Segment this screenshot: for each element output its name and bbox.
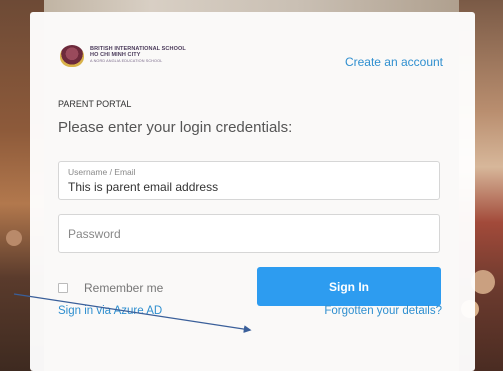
password-placeholder: Password: [68, 227, 121, 241]
checkbox-icon[interactable]: [58, 283, 68, 293]
forgot-details-link[interactable]: Forgotten your details?: [324, 305, 442, 317]
remember-me-label: Remember me: [84, 281, 164, 295]
sign-in-button[interactable]: Sign In: [257, 267, 441, 306]
background-top: [0, 0, 503, 12]
school-crest-icon: [60, 45, 84, 67]
remember-me[interactable]: Remember me: [58, 281, 163, 295]
page-title: Please enter your login credentials:: [58, 119, 293, 136]
school-tagline: A NORD ANGLIA EDUCATION SCHOOL: [90, 59, 163, 63]
login-panel: BRITISH INTERNATIONAL SCHOOL HO CHI MINH…: [30, 12, 475, 371]
username-label: Username / Email: [68, 167, 136, 177]
background-face: [6, 230, 22, 246]
portal-label: PARENT PORTAL: [58, 99, 132, 109]
username-field[interactable]: Username / Email This is parent email ad…: [58, 161, 440, 200]
school-name: BRITISH INTERNATIONAL SCHOOL HO CHI MINH…: [90, 46, 186, 64]
password-field[interactable]: Password: [58, 214, 440, 253]
create-account-link[interactable]: Create an account: [345, 55, 443, 69]
azure-sign-in-link[interactable]: Sign in via Azure AD: [58, 305, 162, 317]
username-value: This is parent email address: [68, 180, 219, 194]
